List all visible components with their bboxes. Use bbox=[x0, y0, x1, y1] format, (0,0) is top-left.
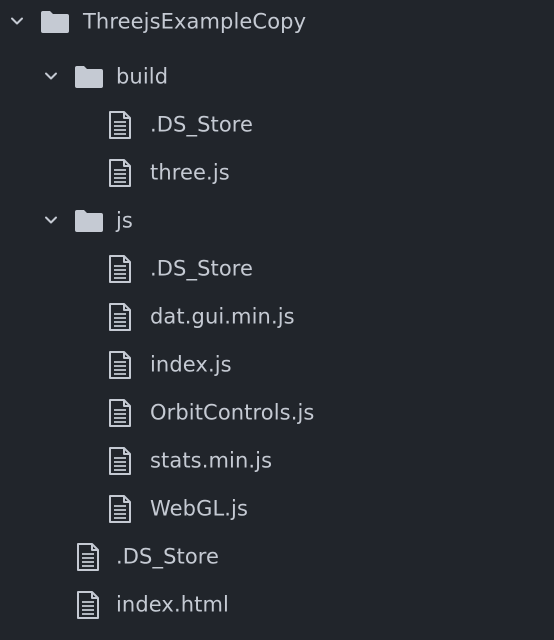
file-label: dat.gui.min.js bbox=[150, 304, 295, 329]
file-icon bbox=[76, 543, 100, 571]
folder-icon bbox=[74, 65, 104, 89]
file-icon bbox=[108, 447, 132, 475]
file-icon bbox=[108, 399, 132, 427]
file-label: .DS_Store bbox=[150, 112, 254, 137]
file-label: three.js bbox=[150, 160, 230, 185]
file-label: .DS_Store bbox=[116, 544, 220, 569]
file-label: index.js bbox=[150, 352, 232, 377]
file-label: index.html bbox=[116, 592, 229, 617]
file-icon bbox=[108, 303, 132, 331]
file-label: OrbitControls.js bbox=[150, 400, 315, 425]
tree-file[interactable]: index.html bbox=[0, 581, 554, 629]
chevron-down-icon[interactable] bbox=[43, 212, 59, 228]
file-icon bbox=[76, 591, 100, 619]
tree-file[interactable]: dat.gui.min.js bbox=[0, 293, 554, 341]
file-label: WebGL.js bbox=[150, 496, 249, 521]
tree-file[interactable]: .DS_Store bbox=[0, 533, 554, 581]
tree-file[interactable]: OrbitControls.js bbox=[0, 389, 554, 437]
chevron-down-icon[interactable] bbox=[43, 68, 59, 84]
tree-file[interactable]: .DS_Store bbox=[0, 101, 554, 149]
file-icon bbox=[108, 255, 132, 283]
file-icon bbox=[108, 495, 132, 523]
chevron-down-icon[interactable] bbox=[9, 13, 25, 29]
file-label: .DS_Store bbox=[150, 256, 254, 281]
tree-file[interactable]: WebGL.js bbox=[0, 485, 554, 533]
file-tree: ThreejsExampleCopy build .DS_Store three… bbox=[0, 0, 554, 640]
tree-file[interactable]: index.js bbox=[0, 341, 554, 389]
file-icon bbox=[108, 351, 132, 379]
tree-file[interactable]: stats.min.js bbox=[0, 437, 554, 485]
file-icon bbox=[108, 159, 132, 187]
folder-label: build bbox=[116, 64, 169, 89]
file-label: stats.min.js bbox=[150, 448, 273, 473]
tree-file[interactable]: .DS_Store bbox=[0, 245, 554, 293]
folder-icon bbox=[74, 209, 104, 233]
tree-folder-js[interactable]: js bbox=[0, 197, 554, 245]
folder-label: ThreejsExampleCopy bbox=[83, 9, 307, 34]
folder-label: js bbox=[116, 208, 133, 233]
tree-folder-build[interactable]: build bbox=[0, 53, 554, 101]
tree-file[interactable]: three.js bbox=[0, 149, 554, 197]
folder-icon bbox=[40, 10, 70, 34]
file-icon bbox=[108, 111, 132, 139]
tree-folder-root[interactable]: ThreejsExampleCopy bbox=[0, 0, 554, 44]
